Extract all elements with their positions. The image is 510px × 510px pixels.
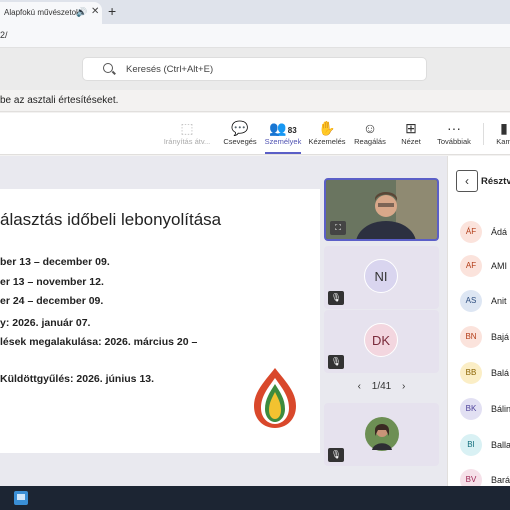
participant-row[interactable]: BN Bajá: [458, 326, 510, 348]
slide-line: y: 2026. január 07.: [0, 317, 91, 329]
video-tile-speaker[interactable]: ⛶: [324, 178, 439, 241]
hand-icon: ✋: [318, 120, 336, 136]
view-button[interactable]: ⊞ Nézet: [396, 119, 426, 146]
address-url[interactable]: 2/: [0, 30, 8, 40]
shared-slide: álasztás időbeli lebonyolítása ber 13 – …: [0, 189, 320, 453]
teams-title-bar: Keresés (Ctrl+Alt+E): [0, 48, 510, 90]
participant-name: AMI: [491, 261, 508, 271]
pager-label: 1/41: [371, 381, 392, 392]
smiley-icon: ☺: [362, 120, 378, 136]
people-label: Személyek: [264, 137, 302, 146]
participant-name: Ádá: [491, 227, 508, 237]
participant-tile[interactable]: 🎙: [324, 403, 439, 466]
people-icon: 👥83: [269, 120, 297, 136]
mic-off-icon: 🎙: [328, 355, 344, 369]
notification-text: be az asztali értesítéseket.: [0, 95, 119, 106]
participant-row[interactable]: BB Balá: [458, 362, 510, 384]
tab-title: Alapfokú művészetokt: [4, 8, 83, 17]
flame-logo: [254, 368, 296, 428]
participants-panel: ‹ Résztve ÁF Ádá AF AMI AS Anit BN Bajá BB Balá BK…: [447, 156, 510, 491]
raise-hand-label: Kézemelés: [308, 137, 346, 146]
participant-name: Anit: [491, 296, 507, 306]
chat-button[interactable]: 💬 Csevegés: [221, 119, 259, 146]
participant-row[interactable]: ÁF Ádá: [458, 221, 510, 243]
search-icon: [103, 63, 113, 73]
browser-tab[interactable]: Alapfokú művészetokt 🔊 ✕: [0, 2, 102, 24]
participant-row[interactable]: BK Bálin: [458, 398, 510, 420]
react-label: Reagálás: [354, 137, 386, 146]
participant-tile[interactable]: DK 🎙: [324, 310, 439, 373]
take-control-icon: ⬚: [180, 120, 194, 136]
participant-name: Bálin: [491, 404, 510, 414]
browser-tab-bar: Alapfokú művészetokt 🔊 ✕ +: [0, 0, 510, 24]
more-icon: ···: [447, 120, 461, 136]
close-tab-icon[interactable]: ✕: [91, 6, 99, 17]
people-button[interactable]: 👥83 Személyek: [263, 119, 303, 154]
chat-label: Csevegés: [223, 137, 257, 146]
participant-avatar: BB: [460, 362, 482, 384]
participant-name: Bajá: [491, 332, 510, 342]
participant-tile[interactable]: NI 🎙: [324, 246, 439, 309]
back-button[interactable]: ‹: [456, 170, 478, 192]
new-tab-button[interactable]: +: [108, 3, 116, 19]
grid-icon: ⊞: [405, 120, 417, 136]
address-bar[interactable]: 2/: [0, 24, 510, 48]
pager-prev-button[interactable]: ‹: [358, 381, 361, 392]
react-button[interactable]: ☺ Reagálás: [352, 119, 388, 146]
os-taskbar: [0, 486, 510, 510]
camera-label: Kam: [496, 137, 510, 146]
camera-icon: ▮: [500, 120, 508, 136]
camera-button[interactable]: ▮ Kam: [492, 119, 510, 146]
raise-hand-button[interactable]: ✋ Kézemelés: [306, 119, 348, 146]
take-control-button[interactable]: ⬚ Irányítás átv...: [162, 119, 212, 146]
search-input[interactable]: Keresés (Ctrl+Alt+E): [82, 57, 427, 81]
search-placeholder: Keresés (Ctrl+Alt+E): [126, 64, 214, 75]
participant-avatar: BK: [460, 398, 482, 420]
tile-pager: ‹ 1/41 ›: [324, 381, 439, 392]
toolbar-divider: [483, 123, 484, 145]
participant-row[interactable]: AS Anit: [458, 290, 510, 312]
chat-icon: 💬: [231, 120, 249, 136]
remote-desktop-icon[interactable]: [14, 491, 28, 505]
take-control-label: Irányítás átv...: [163, 137, 211, 146]
notification-banner: be az asztali értesítéseket.: [0, 90, 510, 112]
people-count: 83: [287, 126, 297, 135]
more-button[interactable]: ··· Továbbiak: [433, 119, 475, 146]
participant-avatar: ÁF: [460, 221, 482, 243]
participant-name: Balá: [491, 368, 510, 378]
speaker-icon[interactable]: 🔊: [76, 7, 87, 18]
mic-off-icon: 🎙: [328, 291, 344, 305]
participant-avatar: BN: [460, 326, 482, 348]
more-label: Továbbiak: [437, 137, 471, 146]
pager-next-button[interactable]: ›: [402, 381, 405, 392]
slide-line: Küldöttgyűlés: 2026. június 13.: [0, 373, 155, 385]
participant-row[interactable]: BI Balla: [458, 434, 510, 456]
slide-line: er 13 – november 12.: [0, 276, 104, 288]
slide-line: er 24 – december 09.: [0, 295, 104, 307]
avatar-photo: [365, 417, 399, 451]
view-label: Nézet: [401, 137, 421, 146]
participant-name: Balla: [491, 440, 510, 450]
participant-name: Bará: [491, 475, 510, 485]
participant-avatar: BI: [460, 434, 482, 456]
participant-avatar: AF: [460, 255, 482, 277]
share-screen-icon: ⛶: [330, 221, 346, 235]
slide-title: álasztás időbeli lebonyolítása: [0, 210, 222, 229]
slide-line: lések megalakulása: 2026. március 20 –: [0, 336, 198, 348]
mic-off-icon: 🎙: [328, 448, 344, 462]
slide-line: ber 13 – december 09.: [0, 256, 110, 268]
meeting-toolbar: ⬚ Irányítás átv... 💬 Csevegés 👥83 Személ…: [0, 113, 510, 155]
panel-title: Résztve: [481, 176, 510, 187]
avatar: DK: [364, 323, 398, 357]
participant-row[interactable]: AF AMI: [458, 255, 510, 277]
participant-avatar: AS: [460, 290, 482, 312]
avatar: NI: [364, 259, 398, 293]
